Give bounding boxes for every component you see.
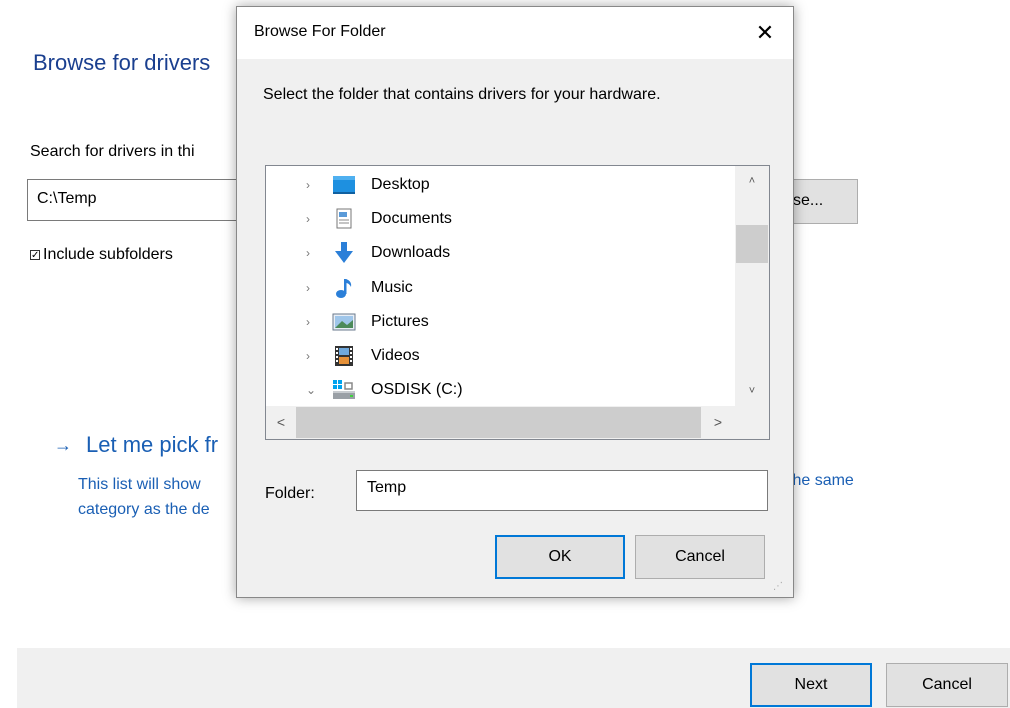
include-subfolders-label: Include subfolders <box>43 246 173 263</box>
scroll-down-icon[interactable]: ˅ <box>735 376 769 406</box>
scroll-right-icon[interactable]: > <box>701 406 735 439</box>
search-location-label: Search for drivers in thi <box>30 143 195 160</box>
scrollbar-corner <box>735 406 769 439</box>
tree-item-music[interactable]: › Music <box>266 271 736 305</box>
include-subfolders-checkbox[interactable]: ✓ Include subfolders <box>30 246 173 264</box>
tree-item-label: Desktop <box>371 176 430 193</box>
folder-label: Folder: <box>265 485 315 502</box>
dialog-prompt: Select the folder that contains drivers … <box>263 86 661 103</box>
close-icon[interactable]: ✕ <box>747 17 783 49</box>
vertical-scrollbar[interactable]: ˄ ˅ <box>735 166 769 406</box>
horizontal-scroll-thumb[interactable] <box>296 407 701 438</box>
videos-icon <box>335 346 353 366</box>
tree-item-label: Videos <box>371 347 420 364</box>
tree-item-pictures[interactable]: › Pictures <box>266 305 736 339</box>
desktop-icon <box>333 176 355 194</box>
music-icon <box>336 279 352 298</box>
arrow-right-icon: → <box>54 434 72 455</box>
tree-item-label: OSDISK (C:) <box>371 381 463 398</box>
tree-item-documents[interactable]: › Documents <box>266 202 736 236</box>
expand-chevron-icon[interactable]: › <box>306 212 310 226</box>
drive-icon <box>333 380 355 399</box>
folder-name-input[interactable]: Temp <box>356 470 768 511</box>
pick-from-list-label: Let me pick fr <box>86 432 219 457</box>
expand-chevron-icon[interactable]: › <box>306 315 310 329</box>
scroll-up-icon[interactable]: ˄ <box>735 166 769 196</box>
pictures-icon <box>332 313 356 331</box>
downloads-icon <box>335 242 353 263</box>
checkbox-check-icon: ✓ <box>30 250 40 261</box>
documents-icon <box>336 208 352 229</box>
scroll-left-icon[interactable]: < <box>266 406 296 439</box>
dialog-title: Browse For Folder <box>254 23 386 40</box>
pick-from-list-link[interactable]: → Let me pick fr <box>54 432 218 458</box>
expand-chevron-icon[interactable]: › <box>306 246 310 260</box>
wizard-cancel-button[interactable]: Cancel <box>886 663 1008 707</box>
ok-button[interactable]: OK <box>495 535 625 579</box>
tree-item-label: Documents <box>371 210 452 227</box>
vertical-scroll-thumb[interactable] <box>736 225 768 263</box>
pick-description-right: the same <box>788 472 854 489</box>
dialog-cancel-button[interactable]: Cancel <box>635 535 765 579</box>
tree-item-label: Pictures <box>371 313 429 330</box>
tree-item-desktop[interactable]: › Desktop <box>266 168 736 202</box>
wizard-title: Browse for drivers <box>33 50 211 75</box>
expand-chevron-icon[interactable]: › <box>306 281 310 295</box>
expand-chevron-icon[interactable]: › <box>306 178 310 192</box>
browse-for-folder-dialog: Browse For Folder ✕ Select the folder th… <box>236 6 794 598</box>
tree-item-videos[interactable]: › Videos <box>266 339 736 373</box>
tree-item-label: Music <box>371 279 413 296</box>
expand-chevron-icon[interactable]: › <box>306 349 310 363</box>
resize-grip-icon[interactable]: ⋰ <box>773 581 783 592</box>
folder-tree[interactable]: › Desktop › Documents › Downloads › Musi… <box>265 165 770 440</box>
collapse-chevron-icon[interactable]: ⌄ <box>306 383 316 397</box>
tree-item-label: Downloads <box>371 244 451 261</box>
tree-item-osdisk[interactable]: ⌄ OSDISK (C:) <box>266 373 736 407</box>
next-button[interactable]: Next <box>750 663 872 707</box>
horizontal-scrollbar[interactable]: < > <box>266 406 735 439</box>
tree-item-downloads[interactable]: › Downloads <box>266 236 736 270</box>
